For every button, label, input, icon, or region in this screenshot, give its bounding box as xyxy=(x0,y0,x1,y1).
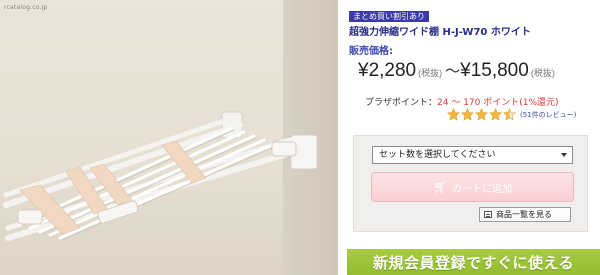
points-label: プラザポイント： xyxy=(365,98,438,108)
add-to-cart-label: カートに追加 xyxy=(452,183,513,195)
price-range: ¥2,280 (税抜) ～¥15,800 (税抜) xyxy=(358,60,588,82)
add-to-cart-button[interactable]: 🛒︎ カートに追加 xyxy=(371,172,574,202)
star-full-icon xyxy=(461,108,474,121)
view-product-list-label: 商品一覧を見る xyxy=(496,210,552,219)
star-full-icon xyxy=(489,108,502,121)
rating: (51件のレビュー) xyxy=(447,108,576,121)
member-registration-banner[interactable]: 新規会員登録ですぐに使える xyxy=(347,249,600,275)
price-min-tax-note: (税抜) xyxy=(418,68,443,78)
price-min: ¥2,280 xyxy=(358,60,417,81)
star-full-icon xyxy=(475,108,488,121)
shelf-illustration xyxy=(3,111,318,241)
price-max: ¥15,800 xyxy=(460,60,529,81)
select-value: セット数を選択してください xyxy=(379,150,496,160)
star-half-icon xyxy=(503,108,516,121)
product-title: 超強力伸縮ワイド棚 H-J-W70 ホワイト xyxy=(349,27,531,38)
set-quantity-select[interactable]: セット数を選択してください xyxy=(372,146,573,164)
view-product-list-button[interactable]: 商品一覧を見る xyxy=(479,207,571,222)
list-icon xyxy=(484,211,492,218)
chevron-down-icon xyxy=(561,153,567,157)
price-range-separator: ～ xyxy=(445,63,461,80)
price-label: 販売価格: xyxy=(349,46,393,57)
price-max-tax-note: (税抜) xyxy=(530,68,555,78)
banner-text: 新規会員登録ですぐに使える xyxy=(372,253,575,272)
points-range: 24 ～ 170 ポイント xyxy=(437,98,520,108)
product-image: rcatalog.co.jp xyxy=(0,0,338,275)
review-count-link[interactable]: (51件のレビュー) xyxy=(520,110,576,120)
star-full-icon xyxy=(447,108,460,121)
bulk-discount-badge: まとめ買い割引あり xyxy=(349,11,429,22)
plaza-points: プラザポイント：24 ～ 170 ポイント(1%還元) xyxy=(365,95,559,108)
cart-icon: 🛒︎ xyxy=(432,180,449,194)
points-rate: (1%還元) xyxy=(519,98,559,108)
